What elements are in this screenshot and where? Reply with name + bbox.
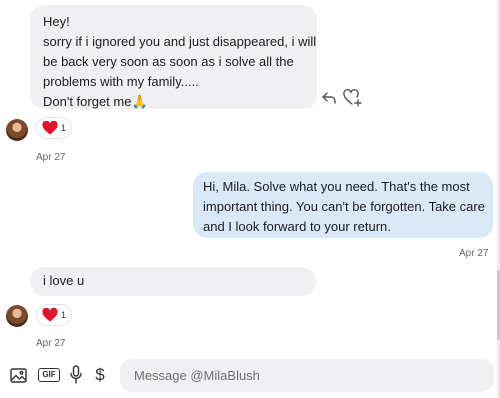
reaction-heart[interactable]: 1 bbox=[36, 117, 73, 139]
message-line: i love u bbox=[43, 273, 85, 288]
outgoing-message-bubble: Hi, Mila. Solve what you need. That's th… bbox=[193, 172, 493, 238]
message-date: Apr 27 bbox=[459, 248, 489, 259]
reply-icon[interactable] bbox=[320, 89, 338, 107]
image-icon[interactable] bbox=[8, 366, 28, 384]
avatar[interactable] bbox=[6, 119, 28, 141]
message-line: and I look forward to your return. bbox=[203, 219, 391, 234]
message-line: Hi, Mila. Solve what you need. That's th… bbox=[203, 179, 470, 194]
dollar-icon[interactable]: $ bbox=[92, 364, 108, 385]
add-reaction-icon[interactable] bbox=[343, 88, 363, 108]
message-line: important thing. You can't be forgotten.… bbox=[203, 199, 485, 214]
incoming-message-bubble: Hey! sorry if i ignored you and just dis… bbox=[30, 5, 317, 109]
reaction-count: 1 bbox=[61, 123, 67, 133]
gif-label: GIF bbox=[38, 368, 60, 382]
message-line: sorry if i ignored you and just disappea… bbox=[43, 34, 317, 49]
incoming-message-bubble: i love u bbox=[30, 267, 316, 296]
heart-icon bbox=[42, 121, 58, 135]
message-input[interactable] bbox=[120, 359, 494, 392]
message-date: Apr 27 bbox=[36, 338, 66, 349]
message-line: Hey! bbox=[43, 14, 70, 29]
message-date: Apr 27 bbox=[36, 152, 66, 163]
reaction-count: 1 bbox=[61, 310, 67, 320]
message-line: problems with my family..... bbox=[43, 74, 199, 89]
heart-icon bbox=[42, 308, 58, 322]
reaction-heart[interactable]: 1 bbox=[36, 304, 73, 326]
message-line: Don't forget me🙏 bbox=[43, 94, 148, 109]
microphone-icon[interactable] bbox=[68, 364, 84, 385]
message-line: be back very soon as soon as i solve all… bbox=[43, 54, 294, 69]
tip-symbol: $ bbox=[95, 365, 105, 384]
gif-icon[interactable]: GIF bbox=[38, 367, 60, 383]
avatar[interactable] bbox=[6, 305, 28, 327]
